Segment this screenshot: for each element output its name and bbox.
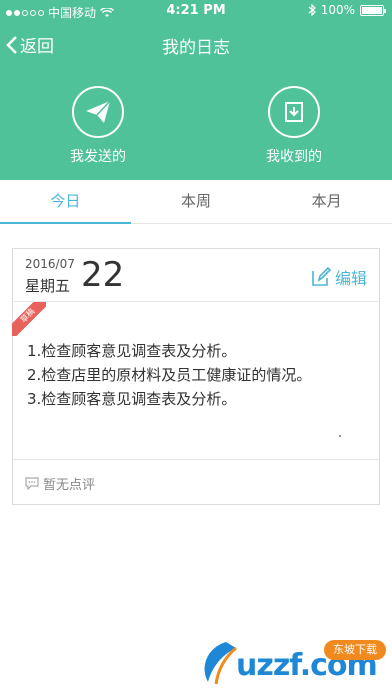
log-weekday: 星期五	[25, 277, 71, 295]
battery-icon	[360, 4, 386, 16]
header-area: 中国移动 4:21 PM 100% 返回 我的日志 我发送的 我收到的	[0, 0, 392, 180]
received-logs-label: 我收到的	[266, 149, 322, 165]
comment-icon	[25, 477, 39, 490]
log-item: 3.检查顾客意见调查表及分析。	[27, 390, 237, 408]
navbar: 返回 我的日志	[0, 22, 392, 66]
log-card-footer: 暂无点评	[13, 459, 379, 505]
tab-today[interactable]: 今日	[0, 180, 131, 224]
page-title: 我的日志	[162, 38, 230, 58]
log-item: 2.检查店里的原材料及员工健康证的情况。	[27, 366, 312, 384]
battery-percent: 100%	[320, 3, 355, 17]
sent-logs-label: 我发送的	[70, 149, 126, 165]
edit-label: 编辑	[334, 269, 367, 288]
edit-button[interactable]: 编辑	[311, 265, 367, 289]
edit-icon	[312, 267, 331, 286]
paper-plane-icon	[72, 86, 124, 138]
sent-logs-button[interactable]: 我发送的	[38, 86, 158, 166]
log-day: 22	[81, 255, 125, 295]
comment-label: 暂无点评	[43, 478, 96, 493]
log-card[interactable]: 2016/07 星期五 22 编辑 草稿 1.检查顾客意见调查表及分析。 2.检…	[12, 248, 380, 505]
divider-dot	[339, 435, 341, 437]
log-content: 1.检查顾客意见调查表及分析。 2.检查店里的原材料及员工健康证的情况。 3.检…	[27, 339, 367, 411]
log-year-month: 2016/07	[25, 257, 75, 271]
tab-this-week[interactable]: 本周	[131, 180, 262, 223]
watermark-logo: uzzf.com 东坡下载	[196, 636, 386, 690]
inbox-download-icon	[268, 86, 320, 138]
watermark-badge: 东坡下载	[324, 640, 386, 660]
received-logs-button[interactable]: 我收到的	[234, 86, 354, 166]
status-bar: 中国移动 4:21 PM 100%	[0, 0, 392, 22]
log-actions: 我发送的 我收到的	[0, 86, 392, 166]
draft-label: 草稿	[12, 302, 46, 336]
bluetooth-icon	[308, 4, 316, 16]
status-right: 100%	[308, 3, 386, 17]
draft-ribbon: 草稿	[12, 302, 46, 336]
log-card-header: 2016/07 星期五 22 编辑	[13, 249, 379, 302]
comment-status[interactable]: 暂无点评	[25, 474, 95, 493]
watermark-swoosh-icon	[204, 642, 237, 685]
log-item: 1.检查顾客意见调查表及分析。	[27, 342, 237, 360]
tab-this-month[interactable]: 本月	[261, 180, 392, 223]
period-tabs: 今日 本周 本月	[0, 180, 392, 224]
